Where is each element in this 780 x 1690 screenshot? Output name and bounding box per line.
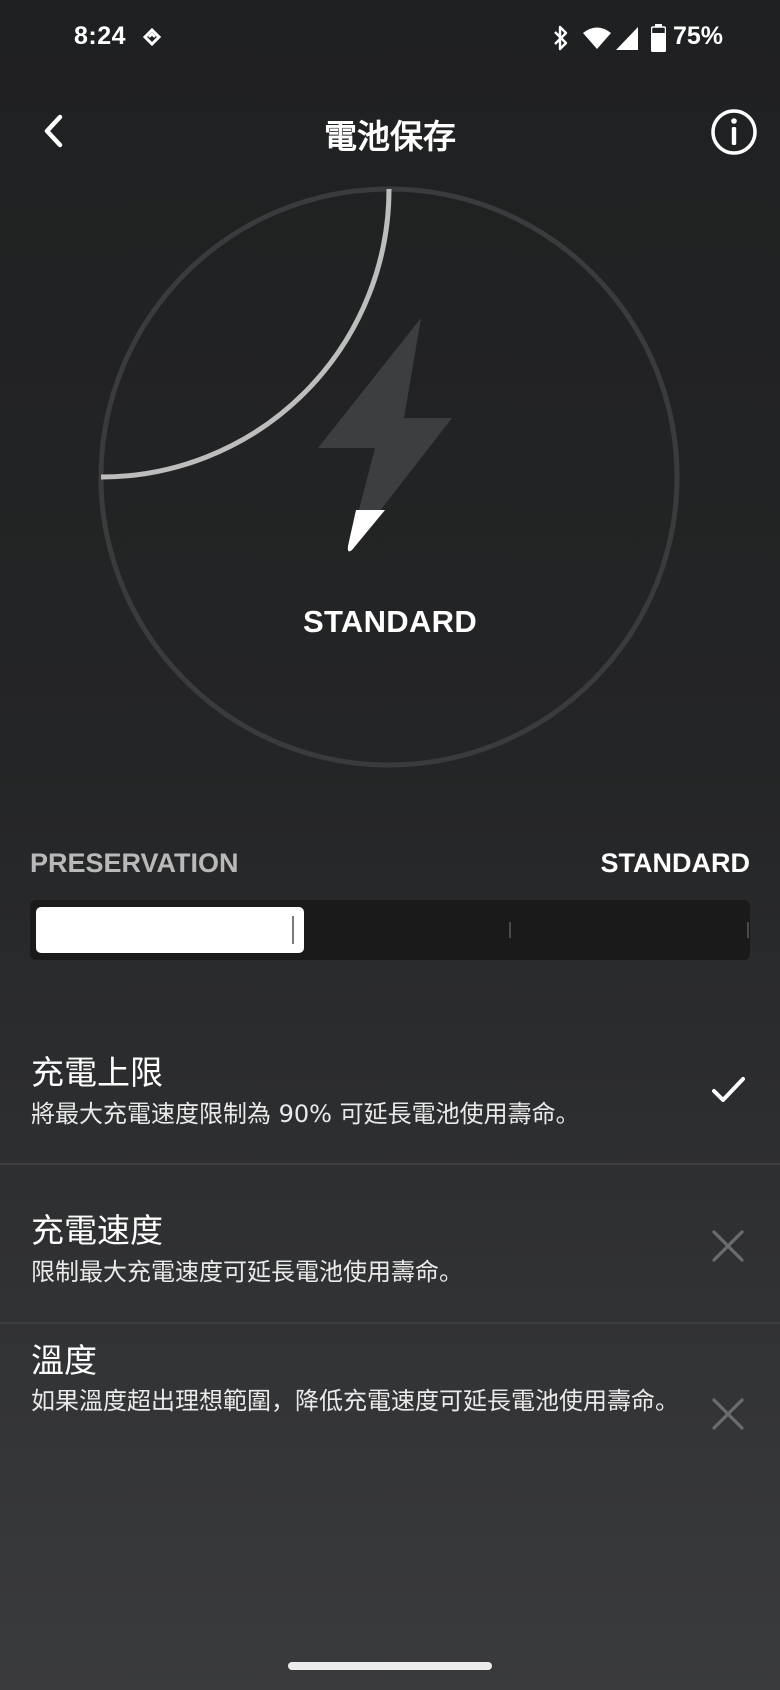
slider-fill [36, 907, 304, 953]
info-button[interactable] [710, 108, 758, 156]
page-title: 電池保存 [324, 117, 456, 156]
bluetooth-icon [554, 25, 568, 51]
slider-label-preservation: PRESERVATION [30, 848, 239, 878]
check-icon [712, 1077, 745, 1102]
preservation-gauge [98, 186, 680, 768]
app-notification-icon [142, 27, 162, 47]
setting-charge-limit: 充電上限 將最大充電速度限制為 90% 可延長電池使用壽命。 [0, 1030, 780, 1160]
close-icon [712, 1230, 744, 1262]
cell-signal-icon [616, 27, 638, 50]
slider-label-standard: STANDARD [600, 848, 751, 878]
setting-description: 如果溫度超出理想範圍，降低充電速度可延長電池使用壽命。 [31, 1387, 679, 1415]
wifi-icon [583, 27, 611, 49]
preservation-slider[interactable] [30, 900, 750, 960]
slider-tick [747, 922, 749, 938]
close-icon [712, 1398, 744, 1430]
status-bar: 8:24 75% [0, 0, 780, 80]
setting-description: 將最大充電速度限制為 90% 可延長電池使用壽命。 [31, 1100, 580, 1128]
slider-thumb[interactable] [291, 916, 294, 944]
setting-title: 充電上限 [31, 1053, 163, 1092]
status-time: 8:24 [74, 22, 127, 50]
slider-tick [509, 922, 511, 938]
gauge-mode-label: STANDARD [302, 604, 478, 639]
setting-description: 限制最大充電速度可延長電池使用壽命。 [31, 1258, 463, 1286]
battery-percent: 75% [673, 22, 724, 50]
setting-temperature: 溫度 如果溫度超出理想範圍，降低充電速度可延長電池使用壽命。 [0, 1324, 780, 1484]
home-indicator[interactable] [288, 1662, 492, 1670]
setting-title: 充電速度 [31, 1211, 163, 1250]
setting-charge-speed: 充電速度 限制最大充電速度可延長電池使用壽命。 [0, 1188, 780, 1318]
battery-icon [651, 24, 666, 52]
divider [0, 1163, 780, 1165]
setting-title: 溫度 [31, 1341, 97, 1380]
info-icon [711, 109, 757, 155]
